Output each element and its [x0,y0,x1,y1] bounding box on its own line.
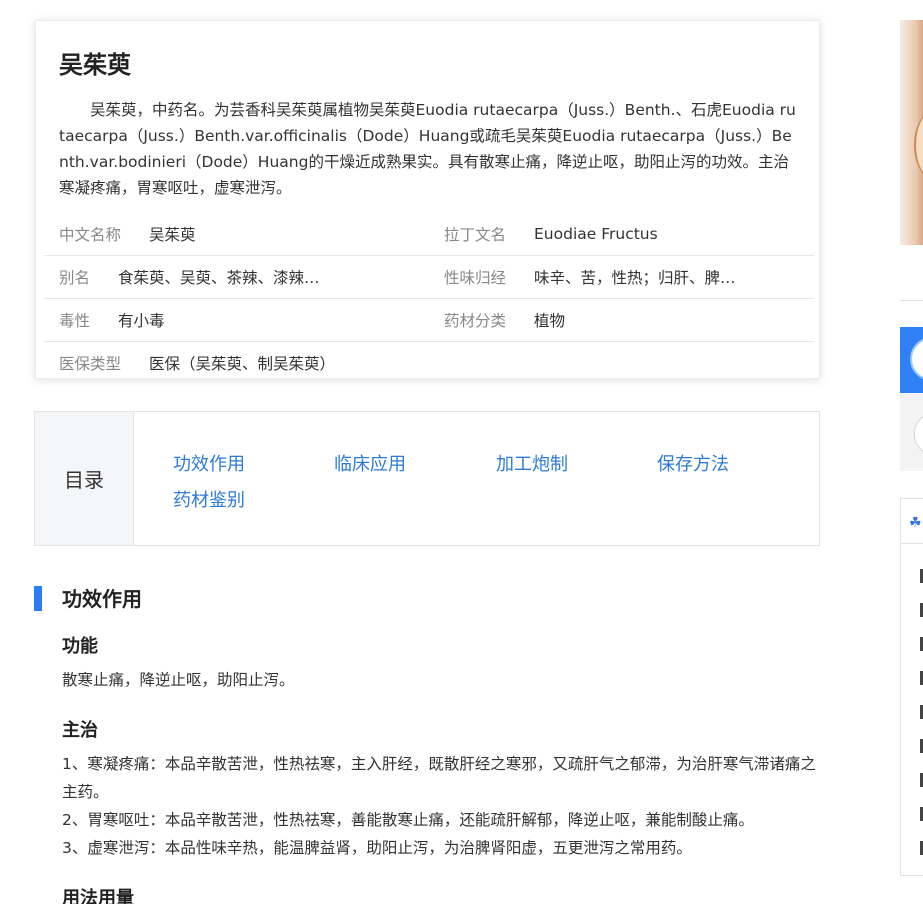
info-label: 拉丁文名 [444,226,507,244]
sidebar-blue-banner[interactable] [900,327,923,393]
info-value: 医保（吴茱萸、制吴茱萸） [149,355,336,373]
info-item-nature-meridian: 性味归经 味辛、苦，性热；归肝、脾… [444,256,814,298]
info-item-insurance: 医保类型 医保（吴茱萸、制吴茱萸） [59,342,429,384]
info-value: 吴茱萸 [149,226,196,244]
info-row: 毒性 有小毒 药材分类 植物 [44,299,814,342]
subsection-title-indications: 主治 [62,720,98,741]
info-label: 医保类型 [59,355,122,373]
info-label: 毒性 [59,312,91,330]
indication-item: 2、胃寒呕吐：本品辛散苦泄，性热祛寒，善能散寒止痛，还能疏肝解郁，降逆止呕，兼能… [62,811,754,829]
toc-link-processing[interactable]: 加工炮制 [496,450,568,476]
info-value[interactable]: 食茱萸、吴萸、茶辣、漆辣… [118,266,320,288]
indication-item: 1、寒凝疼痛：本品辛散苦泄，性热祛寒，主入肝经，既散肝经之寒邪，又疏肝气之郁滞，… [62,755,816,801]
basic-info-table: 中文名称 吴茱萸 拉丁文名 Euodiae Fructus 别名 食茱萸、吴萸、… [44,213,814,384]
sidebar-action-card [900,393,923,471]
info-row: 医保类型 医保（吴茱萸、制吴茱萸） [44,342,814,384]
subsection-title-usage: 用法用量 [62,888,134,904]
sidebar-action-button[interactable] [914,413,923,455]
herb-image-shape [914,110,923,180]
info-item-latin-name: 拉丁文名 Euodiae Fructus [444,213,814,255]
section-accent-bar [34,586,42,611]
function-text: 散寒止痛，降逆止呕，助阳止泻。 [62,671,295,689]
info-item-category: 药材分类 植物 [444,299,814,341]
table-of-contents: 目录 功效作用 临床应用 加工炮制 保存方法 药材鉴别 [34,411,820,546]
info-value: 有小毒 [118,312,165,330]
sidebar-herb-image[interactable] [900,20,923,245]
sidebar-divider [900,300,923,301]
info-value: Euodiae Fructus [534,225,658,243]
info-item-chinese-name: 中文名称 吴茱萸 [59,213,429,255]
info-row: 中文名称 吴茱萸 拉丁文名 Euodiae Fructus [44,213,814,256]
info-label: 别名 [59,269,91,287]
entry-title: 吴茱萸 [59,51,131,79]
entry-description: 吴茱萸，中药名。为芸香科吴茱萸属植物吴茱萸Euodia rutaecarpa（J… [59,101,796,197]
page: 吴茱萸 吴茱萸，中药名。为芸香科吴茱萸属植物吴茱萸Euodia rutaecar… [0,0,923,904]
summary-card: 吴茱萸 吴茱萸，中药名。为芸香科吴茱萸属植物吴茱萸Euodia rutaecar… [35,20,820,379]
banner-logo-icon [910,337,923,381]
info-item-alias: 别名 食茱萸、吴萸、茶辣、漆辣… [59,256,429,298]
info-value: 植物 [534,312,566,330]
sidebar-panel-divider [901,543,923,544]
toc-link-efficacy[interactable]: 功效作用 [173,450,245,476]
indication-item: 3、虚寒泄泻：本品性味辛热，能温脾益肾，助阳止泻，为治脾肾阳虚，五更泄泻之常用药… [62,839,692,857]
sidebar-panel: ☘ [900,498,923,876]
subsection-title-function: 功能 [62,636,98,657]
info-item-toxicity: 毒性 有小毒 [59,299,429,341]
info-label: 中文名称 [59,226,122,244]
info-label: 药材分类 [444,312,507,330]
info-value[interactable]: 味辛、苦，性热；归肝、脾… [534,266,736,288]
info-label: 性味归经 [444,269,507,287]
toc-link-identification[interactable]: 药材鉴别 [173,486,245,512]
section-title: 功效作用 [62,587,142,611]
toc-link-storage[interactable]: 保存方法 [657,450,729,476]
toc-label: 目录 [35,412,134,545]
baidu-paw-icon: ☘ [909,515,922,531]
toc-link-clinical[interactable]: 临床应用 [334,450,406,476]
info-row: 别名 食茱萸、吴萸、茶辣、漆辣… 性味归经 味辛、苦，性热；归肝、脾… [44,256,814,299]
